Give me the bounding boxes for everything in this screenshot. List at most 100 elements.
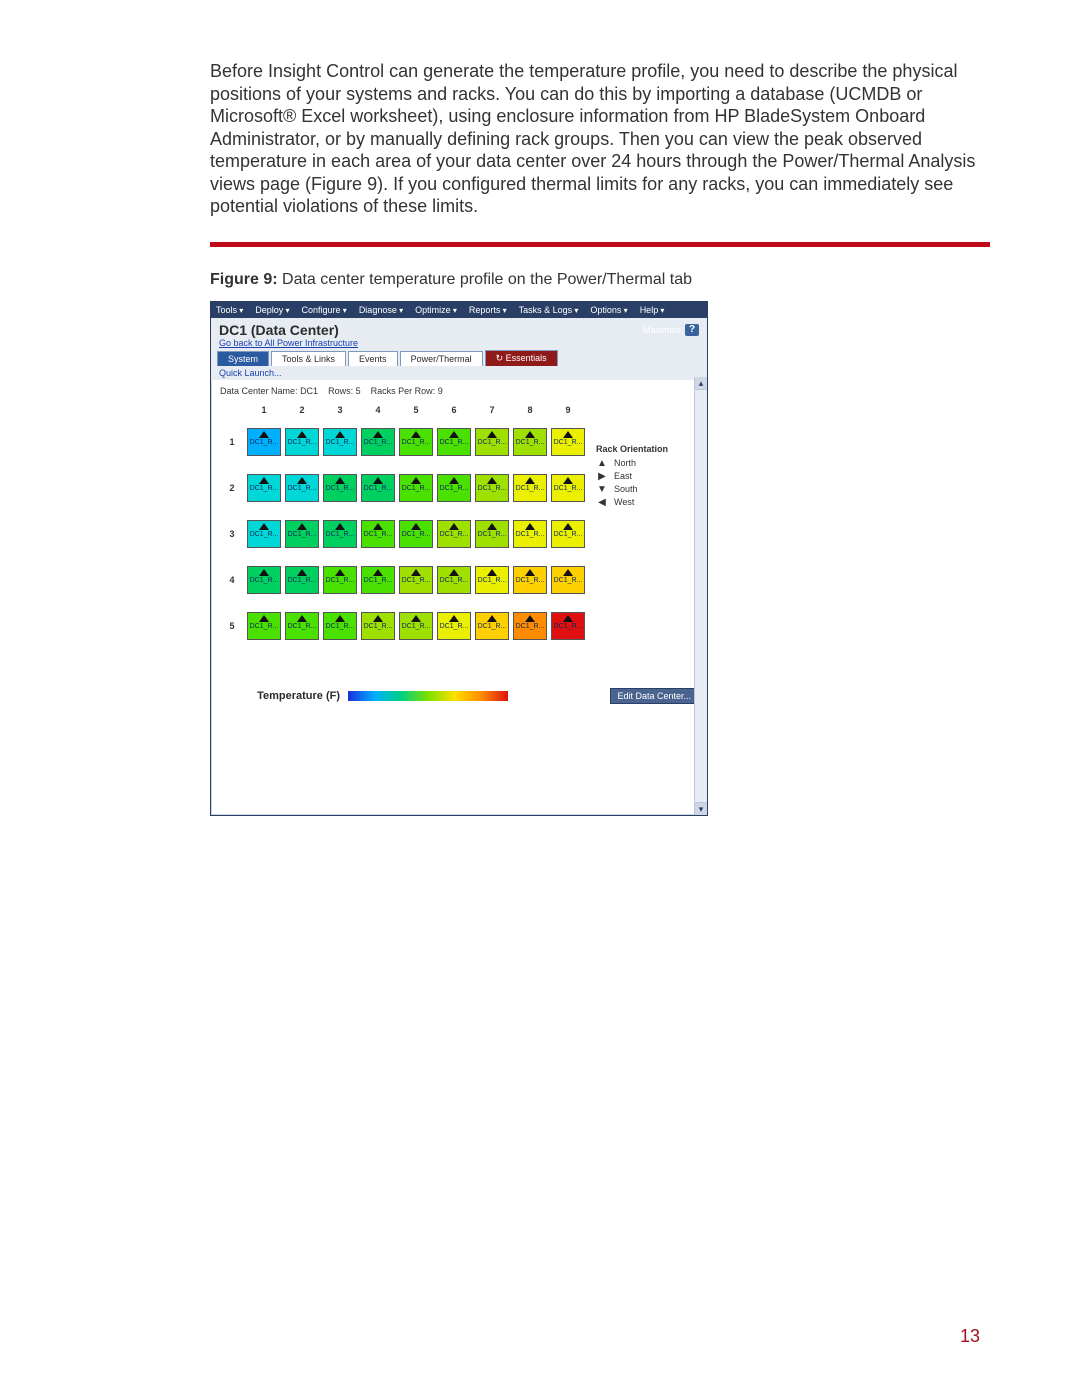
rack-cell[interactable]: DC1_R... bbox=[475, 520, 509, 548]
rack-cell[interactable]: DC1_R... bbox=[437, 566, 471, 594]
rack-cell[interactable]: DC1_R... bbox=[475, 566, 509, 594]
rack-cell[interactable]: DC1_R... bbox=[551, 428, 585, 456]
rack-cell[interactable]: DC1_R... bbox=[551, 566, 585, 594]
scroll-down-icon[interactable]: ▾ bbox=[695, 802, 707, 815]
menu-tools[interactable]: Tools bbox=[213, 304, 246, 316]
rack-cell[interactable]: DC1_R... bbox=[323, 520, 357, 548]
legend-rack-orientation: Rack Orientation ▲North ▶East ▼South ◀We… bbox=[596, 444, 696, 510]
rack-cell[interactable]: DC1_R... bbox=[513, 612, 547, 640]
rack-cell[interactable]: DC1_R... bbox=[247, 428, 281, 456]
rack-cell[interactable]: DC1_R... bbox=[361, 520, 395, 548]
scroll-up-icon[interactable]: ▴ bbox=[695, 377, 707, 390]
rack-label: DC1_R... bbox=[324, 577, 356, 584]
body-paragraph: Before Insight Control can generate the … bbox=[210, 60, 990, 218]
rack-cell[interactable]: DC1_R... bbox=[437, 428, 471, 456]
rack-cell[interactable]: DC1_R... bbox=[247, 566, 281, 594]
rack-cell[interactable]: DC1_R... bbox=[247, 474, 281, 502]
rack-cell[interactable]: DC1_R... bbox=[361, 428, 395, 456]
rack-cell[interactable]: DC1_R... bbox=[551, 474, 585, 502]
rack-cell[interactable]: DC1_R... bbox=[285, 612, 319, 640]
rack-cell[interactable]: DC1_R... bbox=[361, 612, 395, 640]
page-number: 13 bbox=[960, 1326, 980, 1347]
rack-cell[interactable]: DC1_R... bbox=[475, 428, 509, 456]
rack-north-arrow-icon bbox=[297, 431, 307, 438]
rack-north-arrow-icon bbox=[525, 569, 535, 576]
quick-launch-link[interactable]: Quick Launch... bbox=[211, 366, 707, 380]
rack-label: DC1_R... bbox=[248, 439, 280, 446]
rack-label: DC1_R... bbox=[438, 439, 470, 446]
rack-cell[interactable]: DC1_R... bbox=[323, 474, 357, 502]
rack-cell[interactable]: DC1_R... bbox=[323, 428, 357, 456]
menu-configure[interactable]: Configure bbox=[299, 304, 350, 316]
rack-cell[interactable]: DC1_R... bbox=[475, 474, 509, 502]
menu-help[interactable]: Help bbox=[637, 304, 668, 316]
rack-cell[interactable]: DC1_R... bbox=[437, 612, 471, 640]
tab-system[interactable]: System bbox=[217, 351, 269, 366]
rack-north-arrow-icon bbox=[563, 477, 573, 484]
menu-deploy[interactable]: Deploy bbox=[252, 304, 292, 316]
rack-label: DC1_R... bbox=[324, 485, 356, 492]
rack-north-arrow-icon bbox=[411, 431, 421, 438]
label-dc-name: Data Center Name: bbox=[220, 386, 298, 396]
legend-west: West bbox=[614, 497, 634, 507]
legend-north: North bbox=[614, 458, 636, 468]
tab-power-thermal[interactable]: Power/Thermal bbox=[400, 351, 483, 366]
rack-label: DC1_R... bbox=[476, 531, 508, 538]
col-header: 9 bbox=[565, 405, 570, 415]
rack-cell[interactable]: DC1_R... bbox=[437, 474, 471, 502]
col-header: 8 bbox=[527, 405, 532, 415]
tab-events[interactable]: Events bbox=[348, 351, 398, 366]
rack-cell[interactable]: DC1_R... bbox=[399, 428, 433, 456]
tab-tools[interactable]: Tools & Links bbox=[271, 351, 346, 366]
rack-cell[interactable]: DC1_R... bbox=[285, 566, 319, 594]
rack-cell[interactable]: DC1_R... bbox=[437, 520, 471, 548]
rack-label: DC1_R... bbox=[286, 623, 318, 630]
rack-north-arrow-icon bbox=[563, 615, 573, 622]
maximize-link[interactable]: Maximize bbox=[643, 325, 681, 335]
rack-label: DC1_R... bbox=[476, 577, 508, 584]
rack-label: DC1_R... bbox=[438, 623, 470, 630]
rack-cell[interactable]: DC1_R... bbox=[513, 474, 547, 502]
rack-cell[interactable]: DC1_R... bbox=[285, 520, 319, 548]
menu-options[interactable]: Options bbox=[587, 304, 630, 316]
menu-tasks[interactable]: Tasks & Logs bbox=[516, 304, 582, 316]
row-header: 4 bbox=[229, 575, 234, 585]
tab-essentials[interactable]: ↻ Essentials bbox=[485, 350, 558, 366]
rack-cell[interactable]: DC1_R... bbox=[361, 566, 395, 594]
col-header: 1 bbox=[261, 405, 266, 415]
rack-cell[interactable]: DC1_R... bbox=[247, 520, 281, 548]
rack-cell[interactable]: DC1_R... bbox=[513, 566, 547, 594]
rack-cell[interactable]: DC1_R... bbox=[323, 566, 357, 594]
rack-cell[interactable]: DC1_R... bbox=[247, 612, 281, 640]
rack-north-arrow-icon bbox=[335, 523, 345, 530]
rack-cell[interactable]: DC1_R... bbox=[551, 520, 585, 548]
rack-cell[interactable]: DC1_R... bbox=[285, 474, 319, 502]
menu-diagnose[interactable]: Diagnose bbox=[356, 304, 406, 316]
vertical-scrollbar[interactable]: ▴ ▾ bbox=[694, 377, 707, 815]
rack-cell[interactable]: DC1_R... bbox=[475, 612, 509, 640]
rack-label: DC1_R... bbox=[476, 623, 508, 630]
rack-cell[interactable]: DC1_R... bbox=[551, 612, 585, 640]
rack-cell[interactable]: DC1_R... bbox=[285, 428, 319, 456]
rack-cell[interactable]: DC1_R... bbox=[323, 612, 357, 640]
breadcrumb[interactable]: Go back to All Power Infrastructure bbox=[219, 338, 699, 348]
menu-reports[interactable]: Reports bbox=[466, 304, 510, 316]
arrow-north-icon: ▲ bbox=[596, 458, 608, 469]
menu-optimize[interactable]: Optimize bbox=[412, 304, 460, 316]
rack-cell[interactable]: DC1_R... bbox=[399, 566, 433, 594]
rack-cell[interactable]: DC1_R... bbox=[399, 474, 433, 502]
edit-data-center-button[interactable]: Edit Data Center... bbox=[610, 688, 698, 704]
figure-caption: Figure 9: Data center temperature profil… bbox=[210, 271, 980, 289]
temperature-scale-label: Temperature (F) bbox=[220, 690, 340, 702]
rack-cell[interactable]: DC1_R... bbox=[513, 520, 547, 548]
rack-cell[interactable]: DC1_R... bbox=[513, 428, 547, 456]
rack-label: DC1_R... bbox=[476, 439, 508, 446]
rack-north-arrow-icon bbox=[411, 615, 421, 622]
rack-label: DC1_R... bbox=[286, 531, 318, 538]
rack-cell[interactable]: DC1_R... bbox=[361, 474, 395, 502]
rack-label: DC1_R... bbox=[438, 485, 470, 492]
help-icon[interactable]: ? bbox=[685, 324, 699, 336]
rack-cell[interactable]: DC1_R... bbox=[399, 612, 433, 640]
rack-cell[interactable]: DC1_R... bbox=[399, 520, 433, 548]
legend-east: East bbox=[614, 471, 632, 481]
